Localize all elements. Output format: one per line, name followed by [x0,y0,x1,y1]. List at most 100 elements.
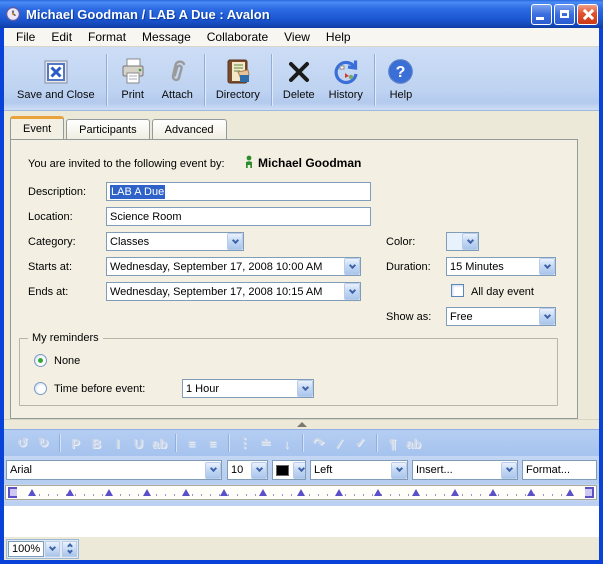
chevron-down-icon [49,543,56,550]
zoom-level[interactable]: 100% [8,541,44,557]
chevron-down-icon[interactable] [227,233,243,250]
baseline-icon: ≐ [255,435,276,451]
menu-item-file[interactable]: File [8,28,43,46]
list-icon: ⋮ [234,435,255,451]
description-input[interactable]: LAB A Due [106,182,371,201]
tab-stop-marker[interactable] [105,489,113,496]
chevron-down-icon[interactable] [391,462,407,479]
insert-value: Insert... [416,464,499,476]
chevron-down-icon[interactable] [539,308,555,325]
tab-stop-marker[interactable] [28,489,36,496]
toolbar-button-help[interactable]: ?Help [379,55,423,105]
tab-stop-marker[interactable] [527,489,535,496]
menu-item-view[interactable]: View [276,28,318,46]
toolbar-divider [106,54,107,106]
chevron-down-icon[interactable] [344,283,360,300]
ends-at-select[interactable]: Wednesday, September 17, 2008 10:15 AM [106,282,361,301]
tab-stop-marker[interactable] [412,489,420,496]
zoom-spinner[interactable] [62,541,77,557]
font-toolbar: Arial 10 Left Insert... Format... [4,456,599,484]
toolbar-button-history[interactable]: History [322,55,370,105]
color-select[interactable] [446,232,479,251]
minimize-button[interactable] [531,4,552,25]
close-button[interactable] [577,4,598,25]
tab-event[interactable]: Event [10,116,64,139]
tab-stop-marker[interactable] [220,489,228,496]
location-input[interactable]: Science Room [106,207,371,226]
zoom-control: 100% [6,539,79,559]
toolbar-button-print[interactable]: Print [111,55,155,105]
show-as-select[interactable]: Free [446,307,556,326]
pane-splitter[interactable] [4,419,599,429]
duration-select[interactable]: 15 Minutes [446,257,556,276]
tab-stop-marker[interactable] [66,489,74,496]
reminder-time-label: Time before event: [54,383,145,395]
toolbar-button-label: Print [121,89,144,101]
window-title: Michael Goodman / LAB A Due : Avalon [26,7,531,22]
tab-stop-marker[interactable] [143,489,151,496]
font-size-value: 10 [231,464,249,476]
directory-icon [223,58,253,86]
menu-item-format[interactable]: Format [80,28,134,46]
main-toolbar: Save and Close Print AttachDirectoryDelete… [4,47,599,111]
event-tab-panel: You are invited to the following event b… [10,139,578,419]
reminder-time-radio[interactable] [34,382,47,395]
menu-bar: FileEditFormatMessageCollaborateViewHelp [4,28,599,47]
tab-stop-marker[interactable] [451,489,459,496]
menu-item-message[interactable]: Message [134,28,199,46]
tab-stop-marker[interactable] [297,489,305,496]
bold-icon: B [86,436,107,451]
chevron-down-icon [67,548,73,554]
tab-stop-marker[interactable] [259,489,267,496]
ends-at-value: Wednesday, September 17, 2008 10:15 AM [110,286,342,298]
starts-at-select[interactable]: Wednesday, September 17, 2008 10:00 AM [106,257,361,276]
insert-select[interactable]: Insert... [412,460,518,480]
reminder-time-select[interactable]: 1 Hour [182,379,314,398]
toolbar-button-delete[interactable]: Delete [276,55,322,105]
tab-stop-marker[interactable] [335,489,343,496]
font-size-select[interactable]: 10 [227,460,268,480]
chevron-down-icon[interactable] [462,233,478,250]
tab-participants[interactable]: Participants [66,119,149,139]
toolbar-divider [374,54,375,106]
menu-item-edit[interactable]: Edit [43,28,80,46]
tab-advanced[interactable]: Advanced [152,119,227,139]
strikethrough-icon: ab [149,436,170,451]
tab-stop-marker[interactable] [489,489,497,496]
toolbar-button-directory[interactable]: Directory [209,55,267,105]
message-body[interactable] [4,506,599,536]
attach-icon [162,58,192,86]
chevron-down-icon[interactable] [501,462,517,479]
toolbar-button-attach[interactable]: Attach [155,55,200,105]
ends-at-label: Ends at: [28,286,68,298]
chevron-down-icon[interactable] [297,380,313,397]
chevron-down-icon[interactable] [251,462,267,479]
description-value: LAB A Due [110,185,165,199]
chevron-down-icon[interactable] [539,258,555,275]
tab-stop-marker[interactable] [374,489,382,496]
font-family-select[interactable]: Arial [6,460,222,480]
align-select[interactable]: Left [310,460,408,480]
special-chars-icon: ¶ [382,436,403,451]
font-color-select[interactable] [272,460,306,480]
tab-stop-marker[interactable] [182,489,190,496]
toolbar-button-label: Save and Close [17,89,95,101]
left-margin-marker[interactable] [8,487,17,498]
chevron-down-icon[interactable] [205,462,221,479]
format-menu-button[interactable]: Format... [522,460,597,480]
all-day-checkbox[interactable] [451,284,464,297]
reminder-none-radio[interactable] [34,354,47,367]
chevron-down-icon[interactable] [293,462,306,479]
tab-stop-marker[interactable] [566,489,574,496]
maximize-button[interactable] [554,4,575,25]
right-margin-marker[interactable] [585,487,594,498]
underline-icon: U [128,436,149,451]
zoom-dropdown-button[interactable] [45,541,60,557]
toolbar-button-save-and-close[interactable]: Save and Close [10,55,102,105]
menu-item-collaborate[interactable]: Collaborate [199,28,276,46]
ruler[interactable] [5,485,597,500]
maximize-icon [560,10,569,18]
menu-item-help[interactable]: Help [318,28,359,46]
chevron-down-icon[interactable] [344,258,360,275]
category-select[interactable]: Classes [106,232,244,251]
